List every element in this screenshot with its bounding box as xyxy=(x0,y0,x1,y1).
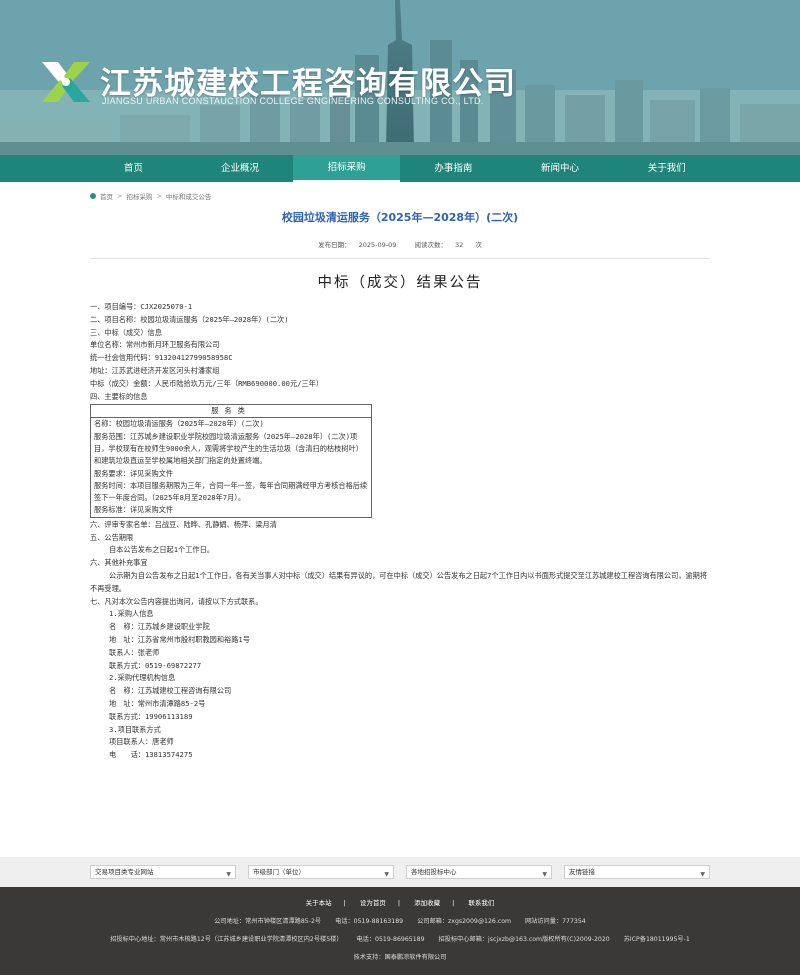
body-line: 1.采购人信息 xyxy=(109,609,154,619)
main-content: 首页 > 招标采购 > 中标和成交公告 校园垃圾清运服务（2025年—2028年… xyxy=(90,182,710,762)
footer-icp-link[interactable]: 苏ICP备18011995号-1 xyxy=(624,936,690,943)
footer-text: 电话：0519-88163189 xyxy=(335,918,404,925)
select-value: 市级部门（单位） xyxy=(253,868,305,876)
nav-item-about[interactable]: 关于我们 xyxy=(613,155,720,182)
divider xyxy=(90,258,710,259)
publish-date-label: 发布日期： xyxy=(318,241,351,249)
footer-text: 招投标中心地址：常州市木梳路12号（江苏城乡建设职业学院清潭校区内2号楼5楼） xyxy=(110,936,343,943)
chevron-down-icon: ▼ xyxy=(700,871,705,878)
nav-item-company-profile[interactable]: 企业概况 xyxy=(187,155,294,182)
nav-item-news[interactable]: 新闻中心 xyxy=(507,155,614,182)
company-logo-icon xyxy=(42,62,90,102)
footer-tech-support: 技术支持：国泰鹏凉软件有限公司 xyxy=(353,954,447,961)
body-line: 项目联系人：唐老师 xyxy=(109,737,174,747)
views-count: 32 xyxy=(454,241,464,249)
body-paragraph: 公示期为自公告发布之日起1个工作日，各有关当事人对中标（成交）结果有异议的，可在… xyxy=(90,570,708,593)
body-line: 联系方式：19906113189 xyxy=(109,711,193,721)
body-line: 地 址：江苏省常州市殷村职教园和裕路1号 xyxy=(109,634,250,644)
breadcrumb: 首页 > 招标采购 > 中标和成交公告 xyxy=(90,189,710,203)
body-line: 六、其他补充事宜 xyxy=(90,558,148,568)
select-value: 各地招投标中心 xyxy=(411,868,457,876)
publish-date: 2025-09-09 xyxy=(358,241,397,249)
select-city-departments[interactable]: 市级部门（单位） ▼ xyxy=(248,865,394,879)
body-line: 七、凡对本次公告内容提出询问，请按以下方式联系。 xyxy=(90,596,263,606)
nav-item-guide[interactable]: 办事指南 xyxy=(400,155,507,182)
nav-item-procurement[interactable]: 招标采购 xyxy=(293,155,401,182)
footer-text: 网站访问量：777354 xyxy=(525,918,586,925)
body-line: 一、项目编号：CJX2025070-1 xyxy=(90,302,193,311)
body-line: 3.项目联系方式 xyxy=(109,724,161,734)
body-line: 2.采购代理机构信息 xyxy=(109,673,176,683)
body-line: 电 话：13813574275 xyxy=(109,750,193,760)
footer-text: 公司邮箱：zxgs2009@126.com xyxy=(417,918,512,925)
body-line: 联系人：张老师 xyxy=(109,647,160,657)
body-line: 中标（成交）金额：人民币陆拾玖万元/三年（RMB690000.00元/三年） xyxy=(90,378,324,388)
select-value: 友情链接 xyxy=(569,868,595,876)
footer-center-info: 招投标中心地址：常州市木梳路12号（江苏城乡建设职业学院清潭校区内2号楼5楼） … xyxy=(0,934,800,943)
body-line: 六、评审专家名单：吕战豆、陆晔、孔静娟、杨萍、梁月清 xyxy=(90,519,277,529)
body-line: 三、中标（成交）信息 xyxy=(90,327,162,337)
document-body: 一、项目编号：CJX2025070-1 二、项目名称：校园垃圾清运服务（2025… xyxy=(90,301,710,762)
service-table-header: 服务类 xyxy=(91,405,371,419)
breadcrumb-separator: > xyxy=(117,192,123,200)
main-nav: 首页 企业概况 招标采购 办事指南 新闻中心 关于我们 xyxy=(0,155,800,182)
body-line: 自本公告发布之日起1个工作日。 xyxy=(109,545,214,555)
article-meta: 发布日期： 2025-09-09 阅读次数： 32 次 xyxy=(90,239,710,249)
breadcrumb-separator: > xyxy=(156,192,162,200)
body-line: 四、主要标的信息 xyxy=(90,391,148,401)
select-professional-sites[interactable]: 交易项目类专业网站 ▼ xyxy=(90,865,236,879)
footer-text: 电话：0519-86965189 xyxy=(356,936,425,943)
body-line: 名 称：江苏城乡建设职业学院 xyxy=(109,622,210,632)
nav-item-home[interactable]: 首页 xyxy=(80,155,187,182)
body-line: 统一社会信用代码：91320412799058958C xyxy=(90,353,233,363)
footer: 关于本站 | 设为首页 | 添加收藏 | 联系我们 公司地址：常州市钟楼区清潭路85-… xyxy=(0,887,800,975)
footer-text: 招投标中心邮箱：jscjxzb@163.com版权所有(C)2009-2020 xyxy=(438,936,610,943)
breadcrumb-home[interactable]: 首页 xyxy=(100,191,113,201)
chevron-down-icon: ▼ xyxy=(542,871,547,878)
header-banner: 江苏城建校工程咨询有限公司 JIANGSU URBAN CONSTAUCTION… xyxy=(0,0,800,155)
body-line: 联系方式：0519-69872277 xyxy=(109,660,202,670)
body-line: 二、项目名称：校园垃圾清运服务（2025年—2028年）(二次) xyxy=(90,314,289,324)
body-line: 单位名称：常州市新月环卫服务有限公司 xyxy=(90,340,220,350)
service-name: 名称：校园垃圾清运服务（2025年—2028年）(二次) xyxy=(94,419,264,429)
footer-link-about-site[interactable]: 关于本站 xyxy=(306,899,332,907)
chevron-down-icon: ▼ xyxy=(226,871,231,878)
footer-links: 关于本站 | 设为首页 | 添加收藏 | 联系我们 xyxy=(305,899,495,907)
body-line: 五、公告期限 xyxy=(90,532,134,542)
document-title: 中标（成交）结果公告 xyxy=(317,275,483,291)
company-name-en: JIANGSU URBAN CONSTAUCTION COLLEGE GNGIN… xyxy=(102,96,484,106)
location-pin-icon xyxy=(90,193,96,199)
select-value: 交易项目类专业网站 xyxy=(95,868,154,876)
breadcrumb-current[interactable]: 中标和成交公告 xyxy=(166,191,212,201)
service-standard: 服务标准：详见采购文件 xyxy=(94,505,174,515)
footer-link-set-home[interactable]: 设为首页 xyxy=(360,899,386,907)
footer-company-info: 公司地址：常州市钟楼区清潭路85-2号 电话：0519-88163189 公司邮… xyxy=(0,916,800,925)
service-time: 服务时间：本项目服务期限为三年，合同一年一签，每年合同期满经甲方考核合格后续签下… xyxy=(94,480,368,503)
body-line: 地址：江苏武进经济开发区河头村潘家组 xyxy=(90,365,220,375)
select-friendly-links[interactable]: 友情链接 ▼ xyxy=(564,865,710,879)
links-bar: 交易项目类专业网站 ▼ 市级部门（单位） ▼ 各地招投标中心 ▼ 友情链接 ▼ xyxy=(0,857,800,887)
service-requirement: 服务要求：详见采购文件 xyxy=(94,468,174,478)
footer-link-contact[interactable]: 联系我们 xyxy=(468,899,494,907)
chevron-down-icon: ▼ xyxy=(384,871,389,878)
select-bidding-centers[interactable]: 各地招投标中心 ▼ xyxy=(406,865,552,879)
article-title: 校园垃圾清运服务（2025年—2028年）(二次) xyxy=(281,211,519,224)
body-line: 名 称：江苏城建校工程咨询有限公司 xyxy=(109,686,232,696)
service-info-table: 服务类 名称：校园垃圾清运服务（2025年—2028年）(二次) 服务范围：江苏… xyxy=(90,404,372,518)
views-label: 阅读次数： xyxy=(414,241,447,249)
views-unit: 次 xyxy=(475,241,482,249)
service-scope: 服务范围：江苏城乡建设职业学院校园垃圾清运服务（2025年—2028年）(二次)… xyxy=(94,431,363,466)
breadcrumb-procurement[interactable]: 招标采购 xyxy=(126,191,152,201)
footer-link-add-favorite[interactable]: 添加收藏 xyxy=(414,899,440,907)
body-line: 地 址：常州市清潭路85-2号 xyxy=(109,698,206,708)
footer-text: 公司地址：常州市钟楼区清潭路85-2号 xyxy=(214,918,322,925)
